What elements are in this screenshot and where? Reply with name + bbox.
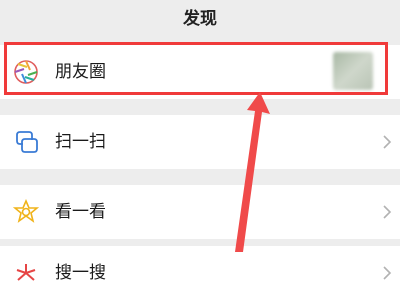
top-bar: 发现: [0, 0, 400, 33]
menu-item-search[interactable]: 搜一搜: [0, 246, 400, 300]
top-stories-icon: [12, 198, 40, 225]
scan-icon: [13, 129, 39, 155]
page-title: 发现: [183, 9, 217, 29]
search-sparkle-icon: [13, 260, 39, 286]
menu-item-top-stories[interactable]: 看一看: [0, 185, 400, 239]
chevron-right-icon: [382, 265, 392, 281]
moments-aperture-icon: [13, 59, 39, 85]
menu-item-scan[interactable]: 扫一扫: [0, 115, 400, 169]
moments-avatar-thumbnail: [333, 52, 373, 90]
chevron-right-icon: [382, 134, 392, 150]
menu-item-label: 扫一扫: [55, 132, 106, 152]
menu-item-label: 朋友圈: [55, 62, 106, 82]
menu-item-label: 看一看: [55, 202, 106, 222]
chevron-right-icon: [382, 204, 392, 220]
menu-item-label: 搜一搜: [55, 263, 106, 283]
